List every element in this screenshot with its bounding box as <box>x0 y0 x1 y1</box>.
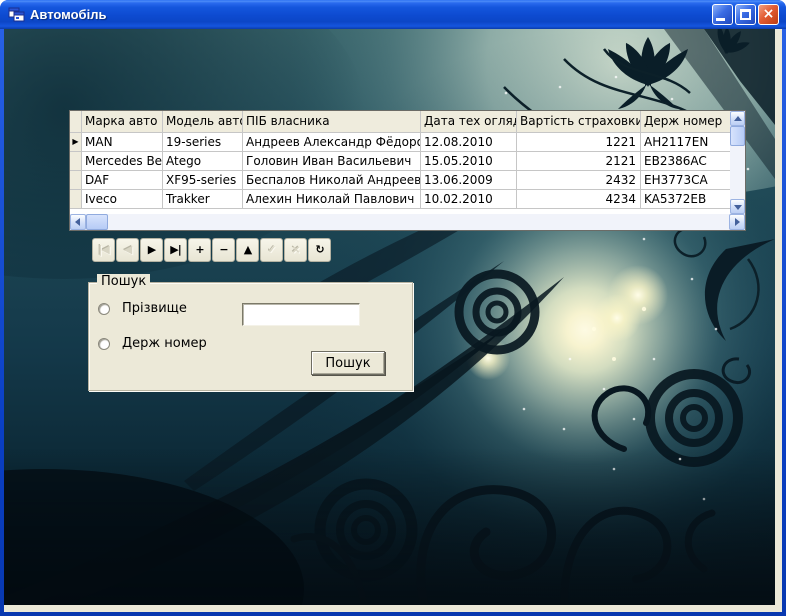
nav-last-button[interactable]: ▶| <box>164 238 187 262</box>
search-groupbox: Пошук Прізвище Держ номер Пошук <box>88 274 413 391</box>
row-selector-cell[interactable] <box>70 171 82 190</box>
radio-circle-icon[interactable] <box>98 337 110 350</box>
titlebar[interactable]: Автомобіль × <box>0 0 786 29</box>
cell-insurance-cost[interactable]: 2432 <box>517 171 641 190</box>
table-row[interactable]: ▶ MAN 19-series Андреев Александр Фёдоро… <box>70 133 730 152</box>
cell-plate[interactable]: KA5372EB <box>641 190 730 209</box>
cell-brand[interactable]: Iveco <box>82 190 163 209</box>
cell-model[interactable]: Trakker <box>163 190 243 209</box>
nav-cancel-button: × <box>284 238 307 262</box>
col-header-brand: Марка авто <box>82 111 163 133</box>
cell-inspection-date[interactable]: 10.02.2010 <box>421 190 517 209</box>
cell-owner[interactable]: Головин Иван Васильевич <box>243 152 421 171</box>
nav-next-button[interactable]: ▶ <box>140 238 163 262</box>
cell-inspection-date[interactable]: 13.06.2009 <box>421 171 517 190</box>
radio-plate-number[interactable]: Держ номер <box>98 336 207 351</box>
table-row[interactable]: Iveco Trakker Алехин Николай Павлович 10… <box>70 190 730 209</box>
cell-plate[interactable]: EB2386AC <box>641 152 730 171</box>
cell-model[interactable]: 19-series <box>163 133 243 152</box>
scroll-down-icon[interactable] <box>730 199 745 214</box>
row-selector-cell[interactable] <box>70 152 82 171</box>
horizontal-scroll-track <box>108 214 729 230</box>
cell-brand[interactable]: DAF <box>82 171 163 190</box>
cell-model[interactable]: XF95-series <box>163 171 243 190</box>
cell-plate[interactable]: EH3773CA <box>641 171 730 190</box>
maximize-icon[interactable] <box>735 4 756 25</box>
vertical-scroll-track <box>730 146 745 199</box>
col-header-insurance-cost: Вартість страховки <box>517 111 641 133</box>
cell-insurance-cost[interactable]: 1221 <box>517 133 641 152</box>
grid-corner-cell <box>70 111 82 133</box>
row-selector-cell[interactable]: ▶ <box>70 133 82 152</box>
cars-data-grid: Марка авто Модель авто ПІБ власника Дата… <box>69 110 746 231</box>
window-title: Автомобіль <box>30 7 107 22</box>
cell-insurance-cost[interactable]: 4234 <box>517 190 641 209</box>
row-selector-cell[interactable] <box>70 190 82 209</box>
nav-first-button: |◀ <box>92 238 115 262</box>
search-groupbox-legend: Пошук <box>97 274 151 289</box>
grid-header-row: Марка авто Модель авто ПІБ власника Дата… <box>70 111 730 133</box>
cell-owner[interactable]: Андреев Александр Фёдорович <box>243 133 421 152</box>
current-row-arrow-icon: ▶ <box>72 137 79 146</box>
app-form-icon <box>8 6 25 23</box>
nav-refresh-button[interactable]: ↻ <box>308 238 331 262</box>
radio-surname-label: Прізвище <box>122 301 187 316</box>
client-area: Марка авто Модель авто ПІБ власника Дата… <box>4 29 782 612</box>
cell-brand[interactable]: MAN <box>82 133 163 152</box>
cell-owner[interactable]: Беспалов Николай Андреевич <box>243 171 421 190</box>
grid-vertical-scrollbar[interactable] <box>730 111 745 214</box>
scroll-up-icon[interactable] <box>730 111 745 126</box>
radio-circle-icon[interactable] <box>98 302 110 315</box>
scroll-right-icon[interactable] <box>729 214 745 230</box>
cell-inspection-date[interactable]: 12.08.2010 <box>421 133 517 152</box>
nav-insert-button[interactable]: + <box>188 238 211 262</box>
nav-prior-button: ◀ <box>116 238 139 262</box>
radio-surname[interactable]: Прізвище <box>98 301 187 316</box>
nav-edit-button[interactable]: ▲ <box>236 238 259 262</box>
app-window: Автомобіль × Марка авто Модель авто ПІБ … <box>0 0 786 616</box>
table-row[interactable]: DAF XF95-series Беспалов Николай Андреев… <box>70 171 730 190</box>
horizontal-scroll-thumb[interactable] <box>86 214 108 230</box>
col-header-owner: ПІБ власника <box>243 111 421 133</box>
search-button[interactable]: Пошук <box>311 351 385 375</box>
cell-model[interactable]: Atego <box>163 152 243 171</box>
table-row[interactable]: Mercedes Benz Atego Головин Иван Василье… <box>70 152 730 171</box>
grid-rows-area: Марка авто Модель авто ПІБ власника Дата… <box>70 111 730 214</box>
cell-owner[interactable]: Алехин Николай Павлович <box>243 190 421 209</box>
cell-inspection-date[interactable]: 15.05.2010 <box>421 152 517 171</box>
close-icon[interactable]: × <box>758 4 779 25</box>
cell-brand[interactable]: Mercedes Benz <box>82 152 163 171</box>
scroll-left-icon[interactable] <box>70 214 86 230</box>
col-header-inspection-date: Дата тех огляду <box>421 111 517 133</box>
nav-post-button: ✓ <box>260 238 283 262</box>
vertical-scroll-thumb[interactable] <box>730 126 745 146</box>
grid-horizontal-scrollbar[interactable] <box>70 214 745 230</box>
minimize-icon[interactable] <box>712 4 733 25</box>
nav-delete-button[interactable]: − <box>212 238 235 262</box>
col-header-plate: Держ номер <box>641 111 730 133</box>
db-navigator: |◀ ◀ ▶ ▶| + − ▲ ✓ × ↻ <box>92 238 331 262</box>
cell-plate[interactable]: AH2117EN <box>641 133 730 152</box>
search-input[interactable] <box>242 303 360 326</box>
radio-plate-label: Держ номер <box>122 336 207 351</box>
col-header-model: Модель авто <box>163 111 243 133</box>
cell-insurance-cost[interactable]: 2121 <box>517 152 641 171</box>
